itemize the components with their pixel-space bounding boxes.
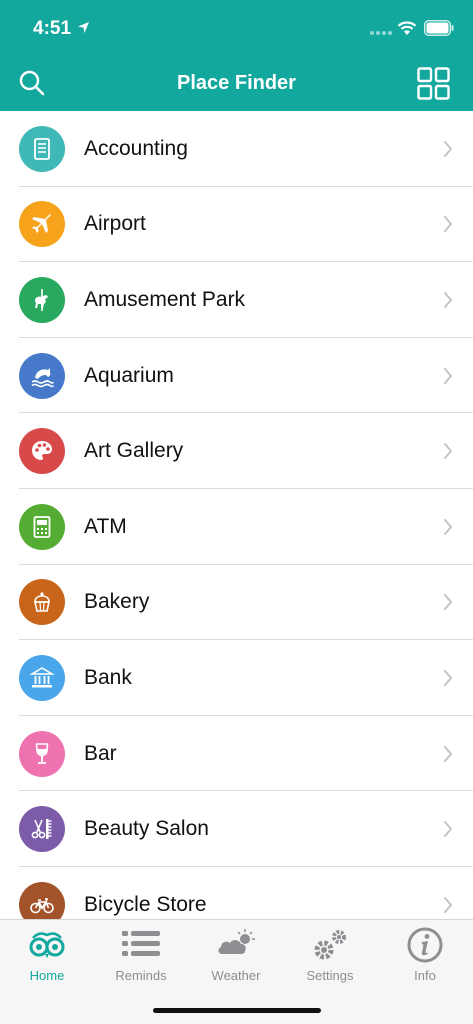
list-item-bank[interactable]: Bank xyxy=(0,640,473,716)
list-item-aquarium[interactable]: Aquarium xyxy=(0,338,473,414)
list-item-amusement-park[interactable]: Amusement Park xyxy=(0,262,473,338)
list-item-airport[interactable]: Airport xyxy=(0,187,473,263)
document-icon xyxy=(19,125,65,172)
chevron-right-icon xyxy=(444,518,453,535)
tab-info[interactable]: Info xyxy=(378,926,472,983)
tab-label: Weather xyxy=(211,968,261,983)
palette-icon xyxy=(19,428,65,475)
location-arrow-icon xyxy=(77,21,90,34)
carousel-horse-icon xyxy=(19,276,65,323)
home-indicator xyxy=(153,1008,321,1013)
tab-label: Reminds xyxy=(115,968,167,983)
list-item-beauty-salon[interactable]: Beauty Salon xyxy=(0,791,473,867)
scissors-comb-icon xyxy=(19,806,65,853)
tab-label: Settings xyxy=(306,968,354,983)
page-title: Place Finder xyxy=(177,72,296,94)
cloud-sun-icon xyxy=(218,929,255,954)
tab-settings[interactable]: Settings xyxy=(283,926,377,983)
owl-glasses-icon xyxy=(29,932,65,958)
list-item-label: Amusement Park xyxy=(84,287,246,311)
tab-label: Info xyxy=(414,968,436,983)
chevron-right-icon xyxy=(444,367,453,384)
dolphin-icon xyxy=(19,352,65,399)
list-item-bicycle-store[interactable]: Bicycle Store xyxy=(0,867,473,919)
list-item-label: Beauty Salon xyxy=(84,817,209,841)
wine-glass-icon xyxy=(19,730,65,777)
tab-reminds[interactable]: Reminds xyxy=(94,926,188,983)
list-item-label: Airport xyxy=(84,212,146,236)
wifi-icon xyxy=(397,21,417,35)
tab-home[interactable]: Home xyxy=(0,926,94,983)
list-item-label: Bar xyxy=(84,741,117,765)
cupcake-icon xyxy=(19,579,65,626)
list-item-label: Accounting xyxy=(84,136,188,160)
list-item-label: Bicycle Store xyxy=(84,892,207,916)
list-item-art-gallery[interactable]: Art Gallery xyxy=(0,413,473,489)
chevron-right-icon xyxy=(444,291,453,308)
status-time: 4:51 xyxy=(33,18,72,39)
chevron-right-icon xyxy=(444,745,453,762)
chevron-right-icon xyxy=(444,821,453,838)
status-bar: 4:51 xyxy=(0,0,473,56)
list-item-accounting[interactable]: Accounting xyxy=(0,111,473,187)
cellular-signal-icon xyxy=(370,31,392,35)
list-item-label: Bank xyxy=(84,665,132,689)
list-item-bar[interactable]: Bar xyxy=(0,716,473,792)
header-bar: 4:51 Place Finder xyxy=(0,0,473,111)
list-item-label: Art Gallery xyxy=(84,439,184,463)
grid-view-icon[interactable] xyxy=(417,67,450,100)
category-list: Accounting Airport Amusement Park Aquari… xyxy=(0,111,473,919)
chevron-right-icon xyxy=(444,443,453,460)
chevron-right-icon xyxy=(444,896,453,913)
list-item-label: Bakery xyxy=(84,590,150,614)
bicycle-icon xyxy=(19,881,65,919)
tab-label: Home xyxy=(29,968,65,983)
chevron-right-icon xyxy=(444,216,453,233)
chevron-right-icon xyxy=(444,594,453,611)
chevron-right-icon xyxy=(444,140,453,157)
airplane-icon xyxy=(19,201,65,248)
list-item-label: ATM xyxy=(84,514,127,538)
chevron-right-icon xyxy=(444,669,453,686)
tab-weather[interactable]: Weather xyxy=(189,926,283,983)
info-icon xyxy=(407,927,443,963)
bank-building-icon xyxy=(19,654,65,701)
atm-machine-icon xyxy=(19,503,65,550)
gears-icon xyxy=(314,930,346,960)
list-item-label: Aquarium xyxy=(84,363,174,387)
list-icon xyxy=(122,931,160,956)
list-item-bakery[interactable]: Bakery xyxy=(0,565,473,641)
battery-icon xyxy=(424,20,454,36)
list-item-atm[interactable]: ATM xyxy=(0,489,473,565)
